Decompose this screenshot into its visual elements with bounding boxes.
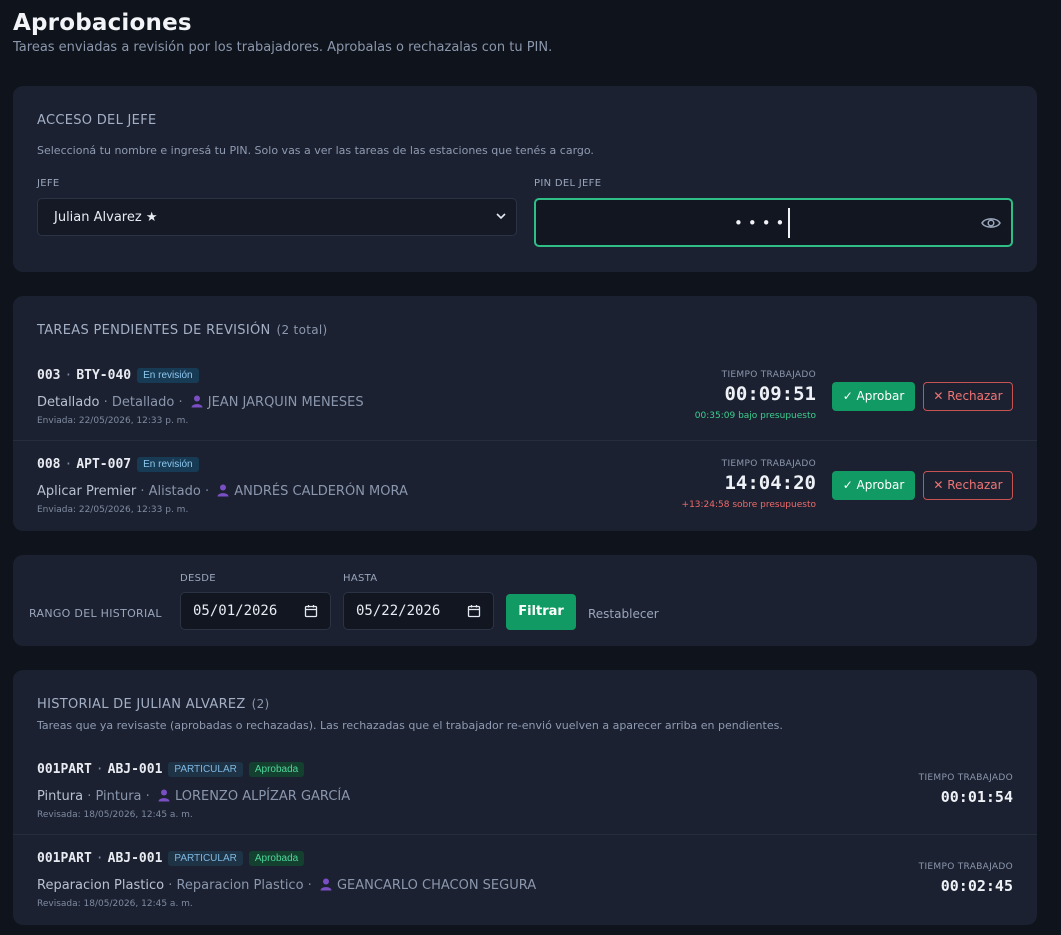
time-worked-label: TIEMPO TRABAJADO	[721, 459, 816, 469]
history-count: (2)	[251, 697, 270, 711]
status-badge: En revisión	[137, 457, 199, 472]
task-name: Pintura	[37, 789, 84, 804]
reviewed-timestamp: Revisada: 18/05/2026, 12:45 a. m.	[37, 899, 193, 909]
range-label: RANGO DEL HISTORIAL	[29, 607, 162, 620]
page-title: Aprobaciones	[13, 10, 192, 36]
time-worked-value: 14:04:20	[724, 472, 816, 494]
order-number: 001PART	[37, 851, 92, 866]
history-row: 001PART · ABJ-001 PARTICULAR Aprobada Repara…	[13, 835, 1037, 924]
calendar-icon[interactable]	[467, 604, 481, 618]
to-date-input[interactable]: 05/22/2026	[343, 592, 494, 630]
pending-count: (2 total)	[276, 323, 328, 337]
worker-name: LORENZO ALPÍZAR GARCÍA	[174, 789, 351, 804]
station-name: Alistado	[148, 484, 201, 499]
worker-name: JEAN JARQUIN MENESES	[207, 395, 364, 410]
history-title-text: HISTORIAL DE JULIAN ALVAREZ	[37, 697, 246, 712]
task-identifier: 001PART · ABJ-001 PARTICULAR Aprobada	[37, 851, 305, 866]
time-worked-value: 00:09:51	[724, 383, 816, 405]
time-worked-label: TIEMPO TRABAJADO	[918, 773, 1013, 783]
order-number: 008	[37, 457, 61, 472]
reviewed-timestamp: Revisada: 18/05/2026, 12:45 a. m.	[37, 810, 193, 820]
from-date-label: DESDE	[180, 573, 216, 584]
worker-name: GEANCARLO CHACON SEGURA	[336, 878, 537, 893]
type-badge: PARTICULAR	[168, 762, 243, 777]
approve-button[interactable]: ✓ Aprobar	[832, 471, 915, 500]
access-description: Seleccioná tu nombre e ingresá tu PIN. S…	[37, 144, 594, 157]
order-number: 003	[37, 368, 61, 383]
pending-tasks-card: TAREAS PENDIENTES DE REVISIÓN (2 total) 0…	[13, 296, 1037, 531]
boss-select-value: Julian Alvarez ★	[54, 210, 158, 225]
pending-title-text: TAREAS PENDIENTES DE REVISIÓN	[37, 323, 271, 338]
station-name: Reparacion Plastico	[176, 878, 304, 893]
time-worked-label: TIEMPO TRABAJADO	[721, 370, 816, 380]
text-caret	[788, 208, 790, 238]
task-identifier: 001PART · ABJ-001 PARTICULAR Aprobada	[37, 762, 305, 777]
history-description: Tareas que ya revisaste (aprobadas o rec…	[37, 719, 783, 732]
task-name: Aplicar Premier	[37, 484, 137, 499]
pin-input[interactable]: ••••	[534, 198, 1013, 247]
station-name: Detallado	[111, 395, 175, 410]
task-details: Reparacion Plastico · Reparacion Plastic…	[37, 878, 537, 893]
approve-button[interactable]: ✓ Aprobar	[832, 382, 915, 411]
order-number: 001PART	[37, 762, 92, 777]
pin-masked-value: ••••	[734, 214, 790, 232]
eye-icon[interactable]	[981, 214, 1001, 232]
to-date-label: HASTA	[343, 573, 378, 584]
boss-field-label: JEFE	[37, 178, 60, 189]
pin-field-label: PIN DEL JEFE	[534, 178, 602, 189]
task-details: Aplicar Premier · Alistado · ANDRÉS CALD…	[37, 484, 408, 499]
status-badge: Aprobada	[248, 762, 305, 777]
person-icon	[320, 878, 332, 891]
from-date-input[interactable]: 05/01/2026	[180, 592, 331, 630]
task-details: Pintura · Pintura · LORENZO ALPÍZAR GARC…	[37, 789, 351, 804]
sent-timestamp: Enviada: 22/05/2026, 12:33 p. m.	[37, 416, 189, 426]
vehicle-plate: ABJ-001	[107, 762, 163, 777]
sent-timestamp: Enviada: 22/05/2026, 12:33 p. m.	[37, 505, 189, 515]
time-worked-value: 00:01:54	[940, 788, 1013, 806]
pending-title: TAREAS PENDIENTES DE REVISIÓN (2 total)	[37, 323, 327, 338]
pending-task-row: 003 · BTY-040 En revisión Detallado · Detal…	[13, 352, 1037, 441]
budget-status: +13:24:58 sobre presupuesto	[681, 500, 816, 510]
history-row: 001PART · ABJ-001 PARTICULAR Aprobada Pintur…	[13, 746, 1037, 835]
worker-name: ANDRÉS CALDERÓN MORA	[234, 484, 408, 499]
access-title: ACCESO DEL JEFE	[37, 113, 157, 128]
page-subtitle: Tareas enviadas a revisión por los traba…	[13, 40, 553, 55]
boss-access-card: ACCESO DEL JEFE Seleccioná tu nombre e i…	[13, 86, 1037, 272]
reject-button[interactable]: ✕ Rechazar	[923, 382, 1013, 411]
chevron-down-icon	[496, 213, 506, 220]
time-worked-label: TIEMPO TRABAJADO	[918, 862, 1013, 872]
person-icon	[191, 395, 203, 408]
pending-task-row: 008 · APT-007 En revisión Aplicar Premier ·…	[13, 441, 1037, 530]
status-badge: En revisión	[137, 368, 199, 383]
calendar-icon[interactable]	[304, 604, 318, 618]
reject-button[interactable]: ✕ Rechazar	[923, 471, 1013, 500]
person-icon	[158, 789, 170, 802]
time-worked-value: 00:02:45	[940, 877, 1013, 895]
budget-status: 00:35:09 bajo presupuesto	[694, 411, 816, 421]
vehicle-plate: ABJ-001	[107, 851, 163, 866]
page-header: Aprobaciones Tareas enviadas a revisión …	[13, 10, 1037, 55]
task-details: Detallado · Detallado · JEAN JARQUIN MEN…	[37, 395, 364, 410]
task-identifier: 003 · BTY-040 En revisión	[37, 368, 199, 383]
from-date-value: 05/01/2026	[193, 603, 278, 619]
status-badge: Aprobada	[248, 851, 305, 866]
to-date-value: 05/22/2026	[356, 603, 441, 619]
boss-select[interactable]: Julian Alvarez ★	[37, 198, 517, 236]
task-identifier: 008 · APT-007 En revisión	[37, 457, 199, 472]
vehicle-plate: BTY-040	[76, 368, 132, 383]
station-name: Pintura	[95, 789, 142, 804]
type-badge: PARTICULAR	[168, 851, 243, 866]
history-range-card: RANGO DEL HISTORIAL DESDE 05/01/2026 HAS…	[13, 555, 1037, 646]
filter-button[interactable]: Filtrar	[506, 594, 576, 630]
task-name: Detallado	[37, 395, 100, 410]
vehicle-plate: APT-007	[76, 457, 132, 472]
history-title: HISTORIAL DE JULIAN ALVAREZ (2)	[37, 697, 270, 712]
person-icon	[217, 484, 229, 497]
task-name: Reparacion Plastico	[37, 878, 165, 893]
history-card: HISTORIAL DE JULIAN ALVAREZ (2) Tareas qu…	[13, 670, 1037, 925]
reset-button[interactable]: Restablecer	[588, 607, 659, 621]
